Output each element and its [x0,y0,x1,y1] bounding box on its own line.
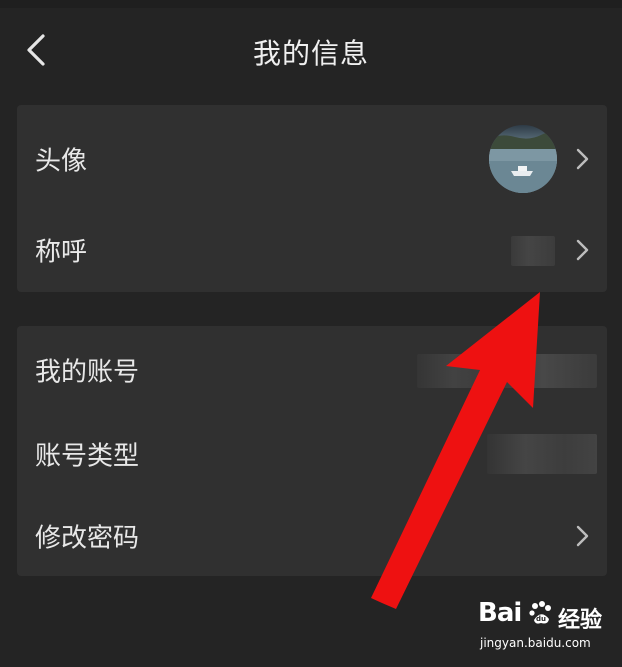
account-row-label: 我的账号 [35,357,140,388]
page-title: 我的信息 [252,37,369,70]
account-card: 我的账号 账号类型 修改密码 [17,326,607,576]
baidu-jingyan-watermark: Bai du 经验 jingyan.baidu.com [478,598,618,658]
nickname-row[interactable]: 称呼 [17,208,607,292]
status-bar [0,0,622,8]
nickname-value-blurred [511,236,555,266]
watermark-brand: Bai [478,598,522,628]
baidu-paw-icon: du [529,601,551,624]
chevron-right-icon [576,239,589,261]
account-type-row[interactable]: 账号类型 [17,412,607,496]
profile-card: 头像 称呼 [17,105,607,292]
avatar-row-label: 头像 [35,146,88,177]
chevron-right-icon [576,525,589,547]
account-type-row-label: 账号类型 [35,441,140,472]
change-password-row-label: 修改密码 [35,523,140,554]
avatar[interactable] [489,125,557,193]
chevron-right-icon [576,148,589,170]
change-password-row[interactable]: 修改密码 [17,494,607,578]
avatar-row[interactable]: 头像 [17,117,607,201]
watermark-cn-label: 经验 [558,608,603,633]
svg-text:du: du [536,615,546,623]
account-row[interactable]: 我的账号 [17,328,607,412]
navigation-header: 我的信息 [0,8,622,92]
account-type-value-blurred [487,434,597,474]
nickname-row-label: 称呼 [35,237,88,268]
watermark-url: jingyan.baidu.com [480,636,591,650]
account-value-blurred [417,354,597,388]
